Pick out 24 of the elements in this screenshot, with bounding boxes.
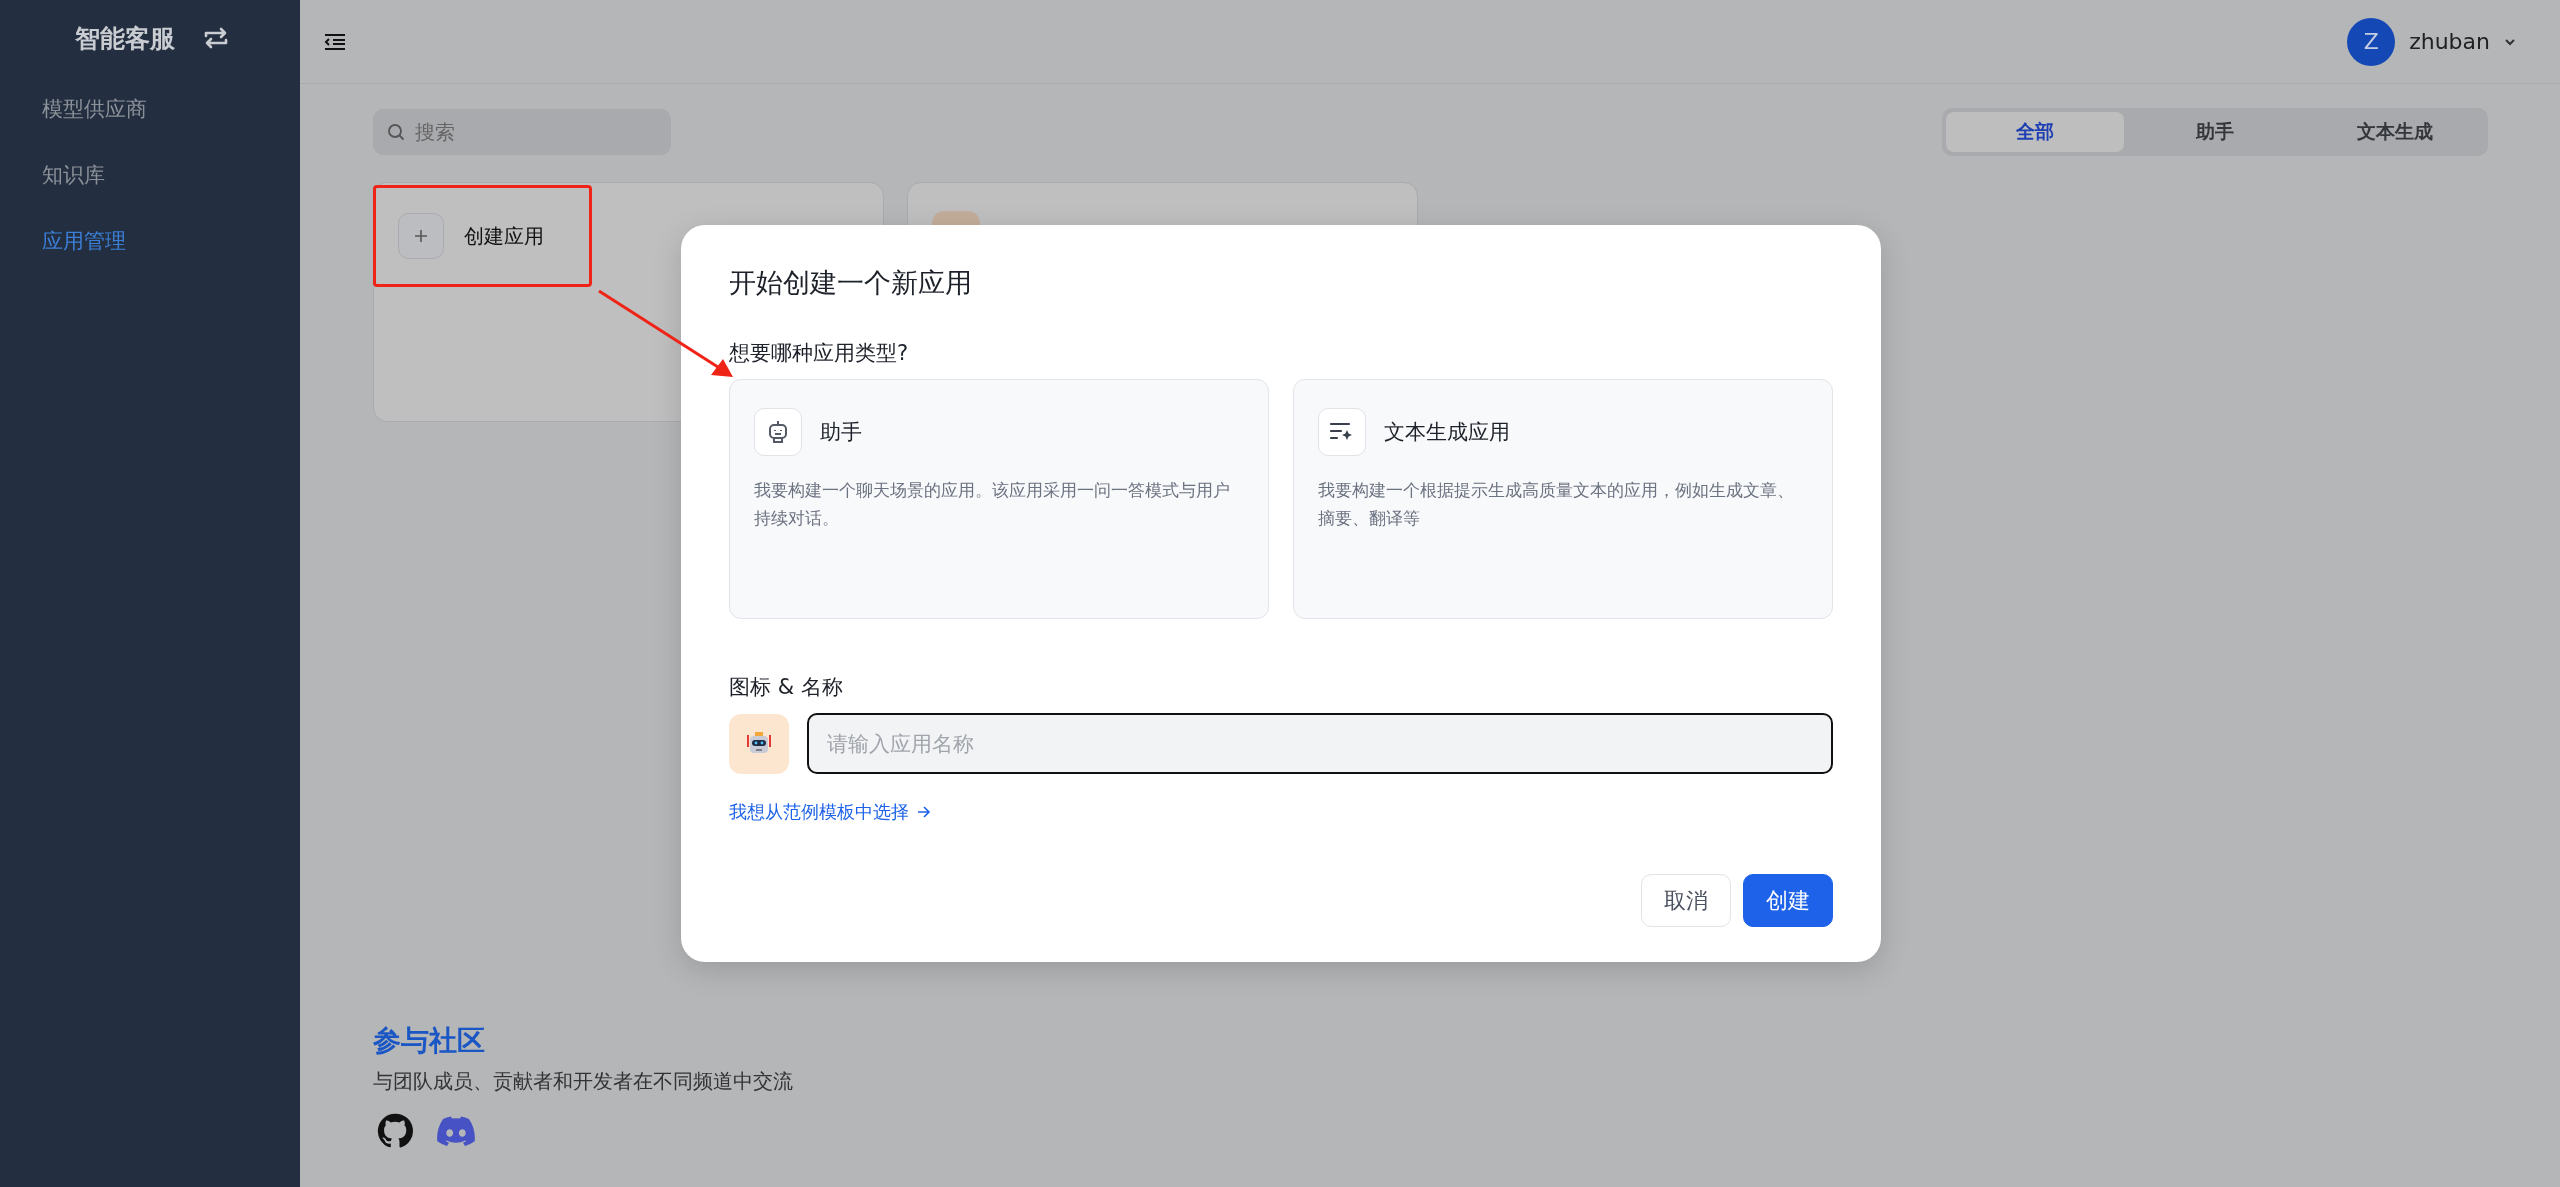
- app-type-description: 我要构建一个根据提示生成高质量文本的应用，例如生成文章、摘要、翻译等: [1318, 479, 1795, 530]
- filter-tab[interactable]: 助手: [2126, 112, 2304, 152]
- sidebar-item[interactable]: 应用管理: [0, 208, 300, 274]
- cancel-button[interactable]: 取消: [1641, 874, 1731, 927]
- search-field[interactable]: 搜索: [373, 109, 671, 155]
- app-type-option[interactable]: 助手 我要构建一个聊天场景的应用。该应用采用一问一答模式与用户持续对话。: [729, 379, 1269, 619]
- community-title: 参与社区: [373, 1023, 486, 1059]
- app-type-title: 助手: [820, 419, 862, 446]
- create-button[interactable]: 创建: [1743, 874, 1833, 927]
- community-description: 与团队成员、贡献者和开发者在不同频道中交流: [373, 1068, 794, 1095]
- user-avatar[interactable]: Z: [2347, 17, 2396, 66]
- user-name[interactable]: zhuban: [2409, 29, 2490, 54]
- create-app-button[interactable]: 创建应用: [373, 185, 592, 287]
- sidebar-item[interactable]: 知识库: [0, 142, 300, 208]
- filter-tab[interactable]: 文本生成: [2306, 112, 2484, 152]
- sidebar-item[interactable]: 模型供应商: [0, 76, 300, 142]
- app-type-option[interactable]: 文本生成应用 我要构建一个根据提示生成高质量文本的应用，例如生成文章、摘要、翻译等: [1293, 379, 1833, 619]
- template-link[interactable]: 我想从范例模板中选择: [729, 800, 931, 824]
- app-type-description: 我要构建一个聊天场景的应用。该应用采用一问一答模式与用户持续对话。: [754, 479, 1231, 530]
- icon-name-label: 图标 & 名称: [729, 675, 844, 699]
- app-name-field[interactable]: 请输入应用名称: [807, 713, 1833, 774]
- app-title: 智能客服: [75, 22, 175, 55]
- filter-tab[interactable]: 全部: [1946, 112, 2124, 152]
- app-type-title: 文本生成应用: [1384, 419, 1510, 446]
